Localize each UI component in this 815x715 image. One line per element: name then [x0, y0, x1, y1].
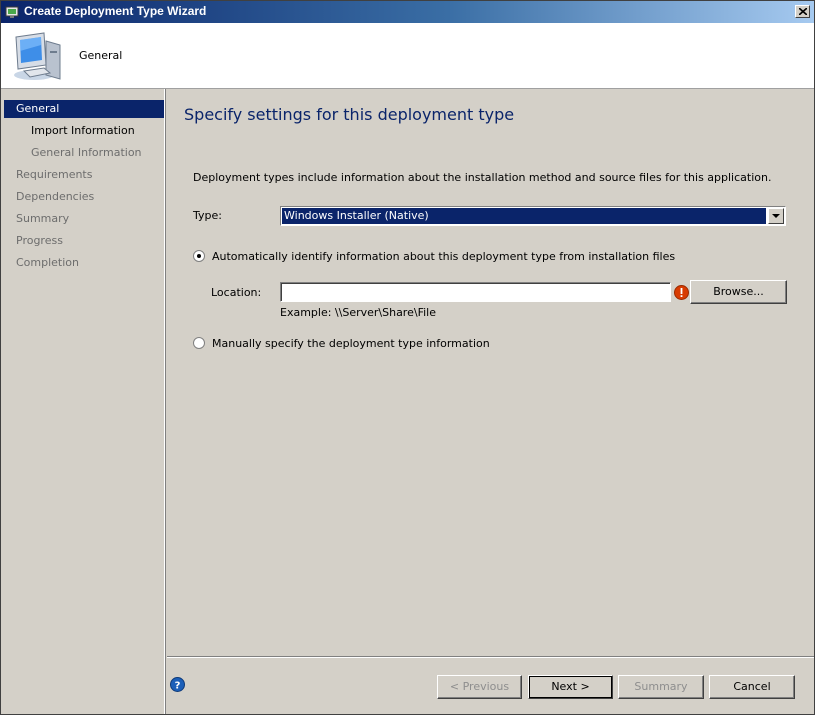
footer-divider	[167, 656, 814, 658]
location-example: Example: \\Server\Share\File	[280, 306, 436, 319]
type-select-value: Windows Installer (Native)	[282, 208, 766, 224]
help-icon[interactable]: ?	[170, 677, 185, 692]
auto-identify-radio[interactable]	[193, 250, 205, 262]
sidebar-item-summary[interactable]: Summary	[4, 210, 164, 228]
location-label: Location:	[211, 286, 262, 299]
sidebar-item-progress[interactable]: Progress	[4, 232, 164, 250]
deployment-wizard-icon	[5, 6, 19, 18]
sidebar-item-dependencies[interactable]: Dependencies	[4, 188, 164, 206]
type-select[interactable]: Windows Installer (Native)	[280, 206, 786, 226]
sidebar-item-label: General	[16, 102, 60, 115]
wizard-header: General	[1, 23, 814, 89]
sidebar-item-label: Requirements	[16, 168, 93, 181]
close-button[interactable]	[795, 5, 810, 18]
page-description: Deployment types include information abo…	[193, 171, 772, 184]
sidebar-item-completion[interactable]: Completion	[4, 254, 164, 272]
summary-button[interactable]: Summary	[618, 675, 704, 699]
sidebar-item-label: Completion	[16, 256, 80, 269]
type-label: Type:	[193, 209, 222, 222]
wizard-steps-sidebar: General Import Information General Infor…	[1, 89, 165, 714]
dropdown-arrow-icon	[772, 214, 780, 218]
sidebar-item-import-information[interactable]: Import Information	[4, 122, 164, 140]
svg-text:?: ?	[175, 681, 181, 692]
window-title: Create Deployment Type Wizard	[24, 4, 207, 18]
location-input[interactable]	[280, 282, 671, 302]
main-content: Specify settings for this deployment typ…	[167, 89, 814, 657]
sidebar-item-label: General Information	[31, 146, 142, 159]
sidebar-item-label: Summary	[16, 212, 70, 225]
sidebar-item-general-information[interactable]: General Information	[4, 144, 164, 162]
warning-icon	[674, 285, 689, 300]
type-select-dropdown-button[interactable]	[768, 208, 784, 224]
computer-icon	[14, 32, 61, 80]
wizard-window: Create Deployment Type Wizard General Ge…	[0, 0, 815, 715]
cancel-button[interactable]: Cancel	[709, 675, 795, 699]
manual-specify-label[interactable]: Manually specify the deployment type inf…	[212, 337, 490, 350]
header-title: General	[79, 49, 123, 62]
sidebar-item-label: Import Information	[31, 124, 135, 137]
auto-identify-label[interactable]: Automatically identify information about…	[212, 250, 675, 263]
manual-specify-radio[interactable]	[193, 337, 205, 349]
sidebar-item-label: Dependencies	[16, 190, 95, 203]
sidebar-item-requirements[interactable]: Requirements	[4, 166, 164, 184]
browse-button[interactable]: Browse...	[690, 280, 787, 304]
close-icon	[799, 8, 807, 15]
sidebar-item-label: Progress	[16, 234, 63, 247]
next-button[interactable]: Next >	[528, 675, 613, 699]
title-bar[interactable]: Create Deployment Type Wizard	[1, 1, 814, 23]
sidebar-item-general[interactable]: General	[4, 100, 164, 118]
page-title: Specify settings for this deployment typ…	[184, 105, 515, 124]
previous-button[interactable]: < Previous	[437, 675, 522, 699]
